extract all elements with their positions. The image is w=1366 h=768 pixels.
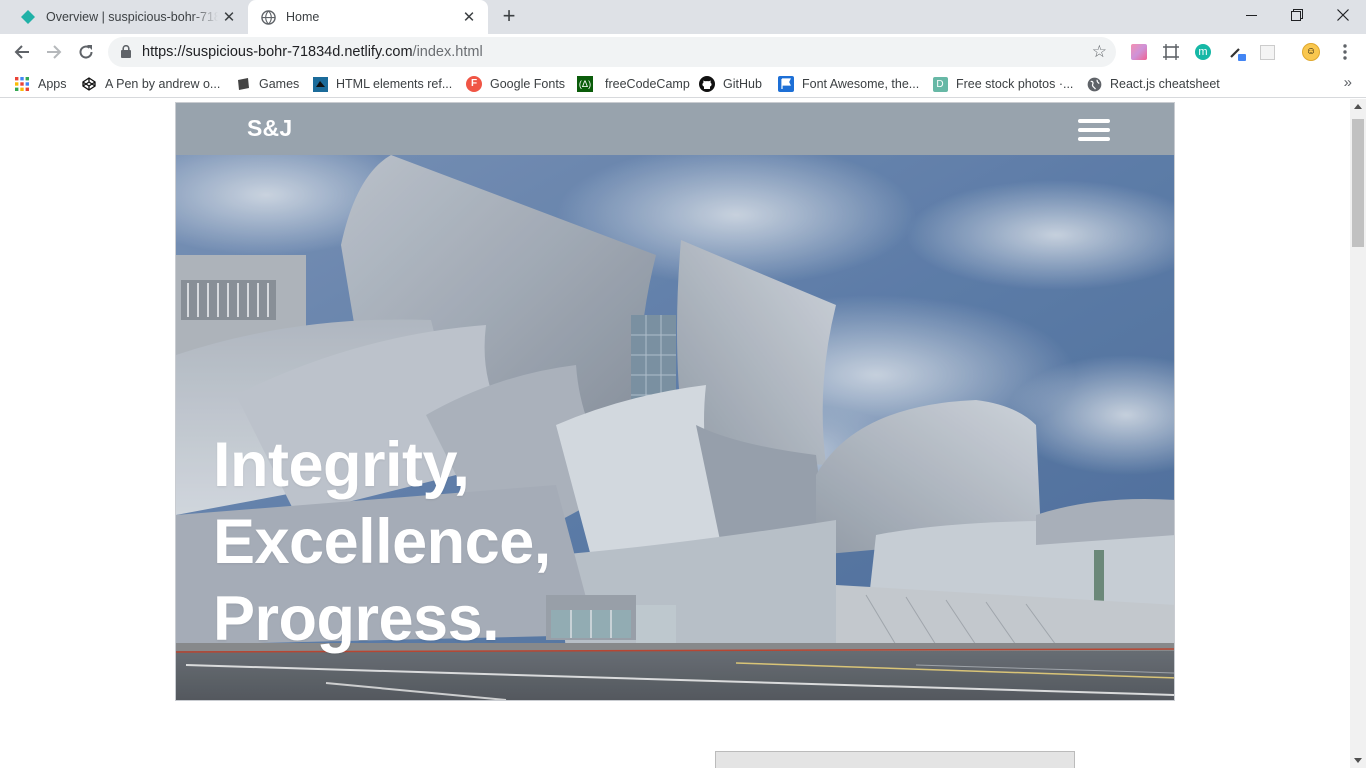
scrollbar-thumb[interactable] bbox=[1352, 119, 1364, 247]
font-awesome-icon bbox=[778, 76, 794, 92]
close-tab-icon[interactable]: ✕ bbox=[458, 6, 480, 28]
site-container: S&J Integrity, Excellence, Progress. bbox=[175, 102, 1175, 701]
bookmark-free-stock-photos[interactable]: D Free stock photos ·... bbox=[932, 75, 1073, 93]
tab-home[interactable]: Home ✕ bbox=[248, 0, 488, 34]
screenshot-extension-icon[interactable] bbox=[1162, 43, 1180, 61]
page-viewport: S&J Integrity, Excellence, Progress. bbox=[0, 99, 1350, 768]
bookmark-label: GitHub bbox=[723, 77, 762, 91]
bookmark-label: freeCodeCamp bbox=[605, 77, 690, 91]
browser-toolbar: https://suspicious-bohr-71834d.netlify.c… bbox=[0, 34, 1366, 70]
bookmark-label: Apps bbox=[38, 77, 67, 91]
bookmark-label: Font Awesome, the... bbox=[802, 77, 920, 91]
google-fonts-icon: F bbox=[466, 76, 482, 92]
bookmark-github[interactable]: GitHub bbox=[699, 75, 762, 93]
bookmark-label: HTML elements ref... bbox=[336, 77, 453, 91]
reload-icon[interactable] bbox=[72, 38, 100, 66]
bookmark-react-cheatsheet[interactable]: React.js cheatsheet bbox=[1086, 75, 1220, 93]
restore-button[interactable] bbox=[1274, 0, 1320, 30]
headline-line-integrity: Integrity, bbox=[213, 430, 470, 500]
netlify-diamond-icon bbox=[20, 9, 36, 25]
back-arrow-icon[interactable] bbox=[8, 38, 36, 66]
tab-title: Overview | suspicious-bohr-71834d bbox=[46, 10, 218, 24]
bookmark-freecodecamp[interactable]: (ᐃ) freeCodeCamp bbox=[577, 75, 690, 93]
bookmark-apps[interactable]: Apps bbox=[14, 75, 67, 93]
tab-strip: Overview | suspicious-bohr-71834d ✕ Home… bbox=[0, 0, 1366, 34]
github-icon bbox=[699, 76, 715, 92]
next-section-image-preview bbox=[715, 751, 1075, 768]
forward-arrow-icon[interactable] bbox=[40, 38, 68, 66]
minimize-button[interactable] bbox=[1228, 0, 1274, 30]
hamburger-menu-icon[interactable] bbox=[1078, 119, 1110, 141]
close-tab-icon[interactable]: ✕ bbox=[218, 6, 240, 28]
address-bar[interactable]: https://suspicious-bohr-71834d.netlify.c… bbox=[108, 37, 1116, 67]
scroll-down-arrow-icon[interactable] bbox=[1354, 758, 1362, 763]
bookmark-label: React.js cheatsheet bbox=[1110, 77, 1220, 91]
grid-extension-icon[interactable] bbox=[1258, 43, 1276, 61]
codepen-icon bbox=[81, 76, 97, 92]
site-logo[interactable]: S&J bbox=[247, 115, 292, 142]
url-text: https://suspicious-bohr-71834d.netlify.c… bbox=[142, 44, 483, 60]
tab-overview[interactable]: Overview | suspicious-bohr-71834d ✕ bbox=[8, 0, 248, 34]
globe-icon bbox=[260, 9, 276, 25]
close-window-button[interactable] bbox=[1320, 0, 1366, 30]
bookmark-font-awesome[interactable]: Font Awesome, the... bbox=[778, 75, 919, 93]
site-navbar: S&J bbox=[176, 103, 1174, 155]
bookmark-label: A Pen by andrew o... bbox=[105, 77, 221, 91]
page-scrollbar[interactable] bbox=[1350, 99, 1366, 768]
mdn-icon bbox=[312, 76, 328, 92]
globe-icon bbox=[1086, 76, 1102, 92]
headline-line-excellence: Excellence, bbox=[213, 507, 551, 577]
profile-avatar-icon[interactable]: ☺ bbox=[1302, 43, 1320, 61]
bookmark-games[interactable]: Games bbox=[235, 75, 299, 93]
apps-grid-icon bbox=[14, 76, 30, 92]
browser-menu-icon[interactable] bbox=[1336, 43, 1354, 61]
headline-line-progress: Progress. bbox=[213, 584, 500, 654]
pexels-icon: D bbox=[932, 76, 948, 92]
lock-icon bbox=[121, 45, 131, 58]
m-extension-icon[interactable]: m bbox=[1194, 43, 1212, 61]
new-tab-button[interactable]: + bbox=[496, 5, 522, 29]
hero-section: Integrity, Excellence, Progress. bbox=[176, 155, 1174, 700]
bookmarks-overflow-button[interactable]: » bbox=[1344, 74, 1352, 91]
bookmark-star-icon[interactable]: ☆ bbox=[1092, 42, 1107, 62]
eyedropper-extension-icon[interactable] bbox=[1228, 43, 1246, 61]
bookmarks-bar: Apps A Pen by andrew o... Games HTML ele… bbox=[0, 70, 1366, 98]
freecodecamp-icon: (ᐃ) bbox=[577, 76, 593, 92]
hero-headline: Integrity, Excellence, Progress. bbox=[213, 427, 551, 658]
color-picker-extension-icon[interactable] bbox=[1130, 43, 1148, 61]
bookmark-label: Google Fonts bbox=[490, 77, 566, 91]
bookmark-label: Games bbox=[259, 77, 300, 91]
bookmark-html-elements[interactable]: HTML elements ref... bbox=[312, 75, 452, 93]
scroll-up-arrow-icon[interactable] bbox=[1354, 104, 1362, 109]
games-icon bbox=[235, 76, 251, 92]
bookmark-codepen[interactable]: A Pen by andrew o... bbox=[81, 75, 220, 93]
bookmark-google-fonts[interactable]: F Google Fonts bbox=[466, 75, 565, 93]
bookmark-label: Free stock photos ·... bbox=[956, 77, 1074, 91]
tab-title: Home bbox=[286, 10, 320, 24]
